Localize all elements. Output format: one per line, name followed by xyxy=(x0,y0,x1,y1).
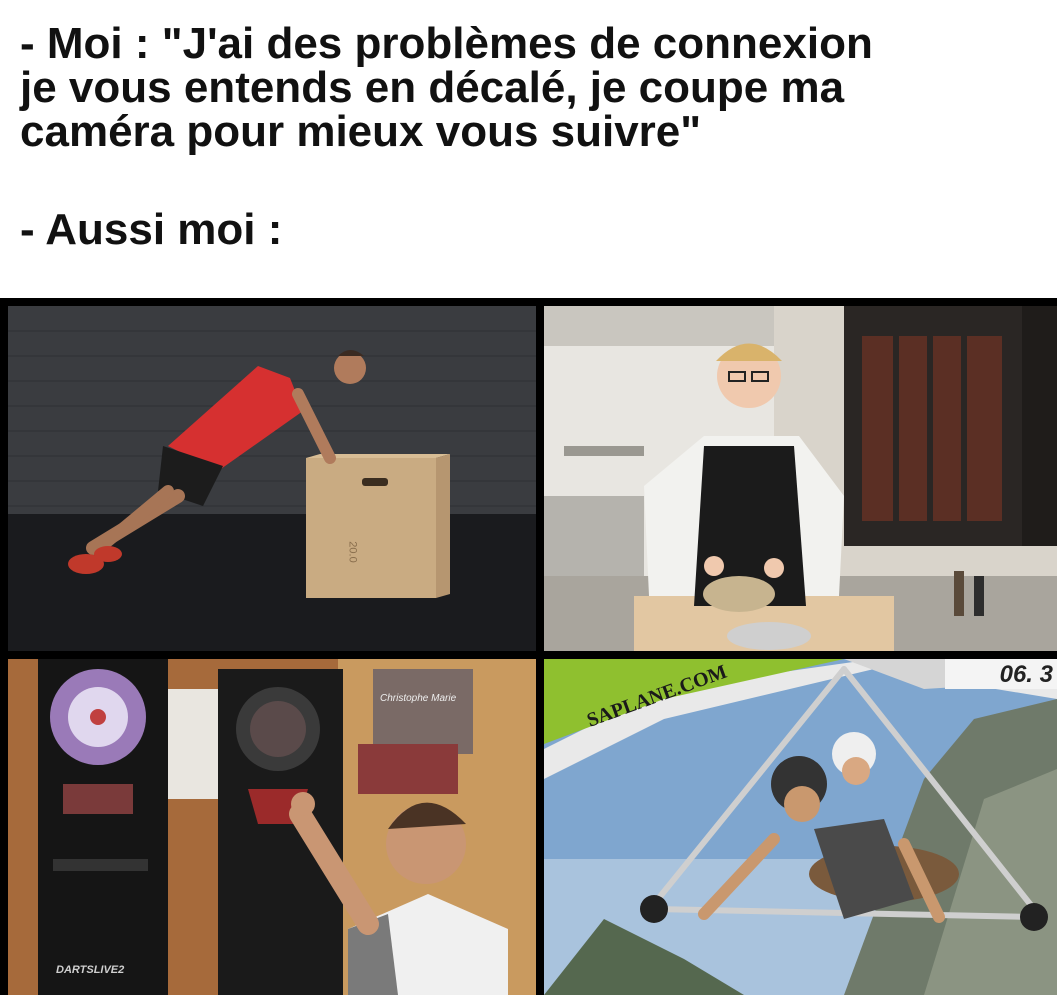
darts-brand-label: DARTSLIVE2 xyxy=(56,964,125,976)
photo-chef-kitchen xyxy=(544,306,1057,651)
photo-darts: Christophe Marie DARTSLIVE2 xyxy=(8,659,536,995)
photo-grid: 20.0 Christophe Marie DARTSLIVE2 SAPLANE… xyxy=(0,298,1057,995)
caption-line-2: je vous entends en décalé, je coupe ma xyxy=(20,63,845,112)
poster-name: Christophe Marie xyxy=(380,693,457,704)
photo-hang-gliding: SAPLANE.COM 06. 3 xyxy=(544,659,1057,995)
caption-line-3: caméra pour mieux vous suivre" xyxy=(20,107,702,156)
glider-timestamp: 06. 3 xyxy=(999,661,1053,688)
photo-pushup-box: 20.0 xyxy=(8,306,536,651)
meme-caption: - Moi : "J'ai des problèmes de connexion… xyxy=(20,22,1057,252)
caption-line-1: - Moi : "J'ai des problèmes de connexion xyxy=(20,19,873,68)
caption-line-4: - Aussi moi : xyxy=(20,205,283,254)
box-label: 20.0 xyxy=(346,541,359,563)
